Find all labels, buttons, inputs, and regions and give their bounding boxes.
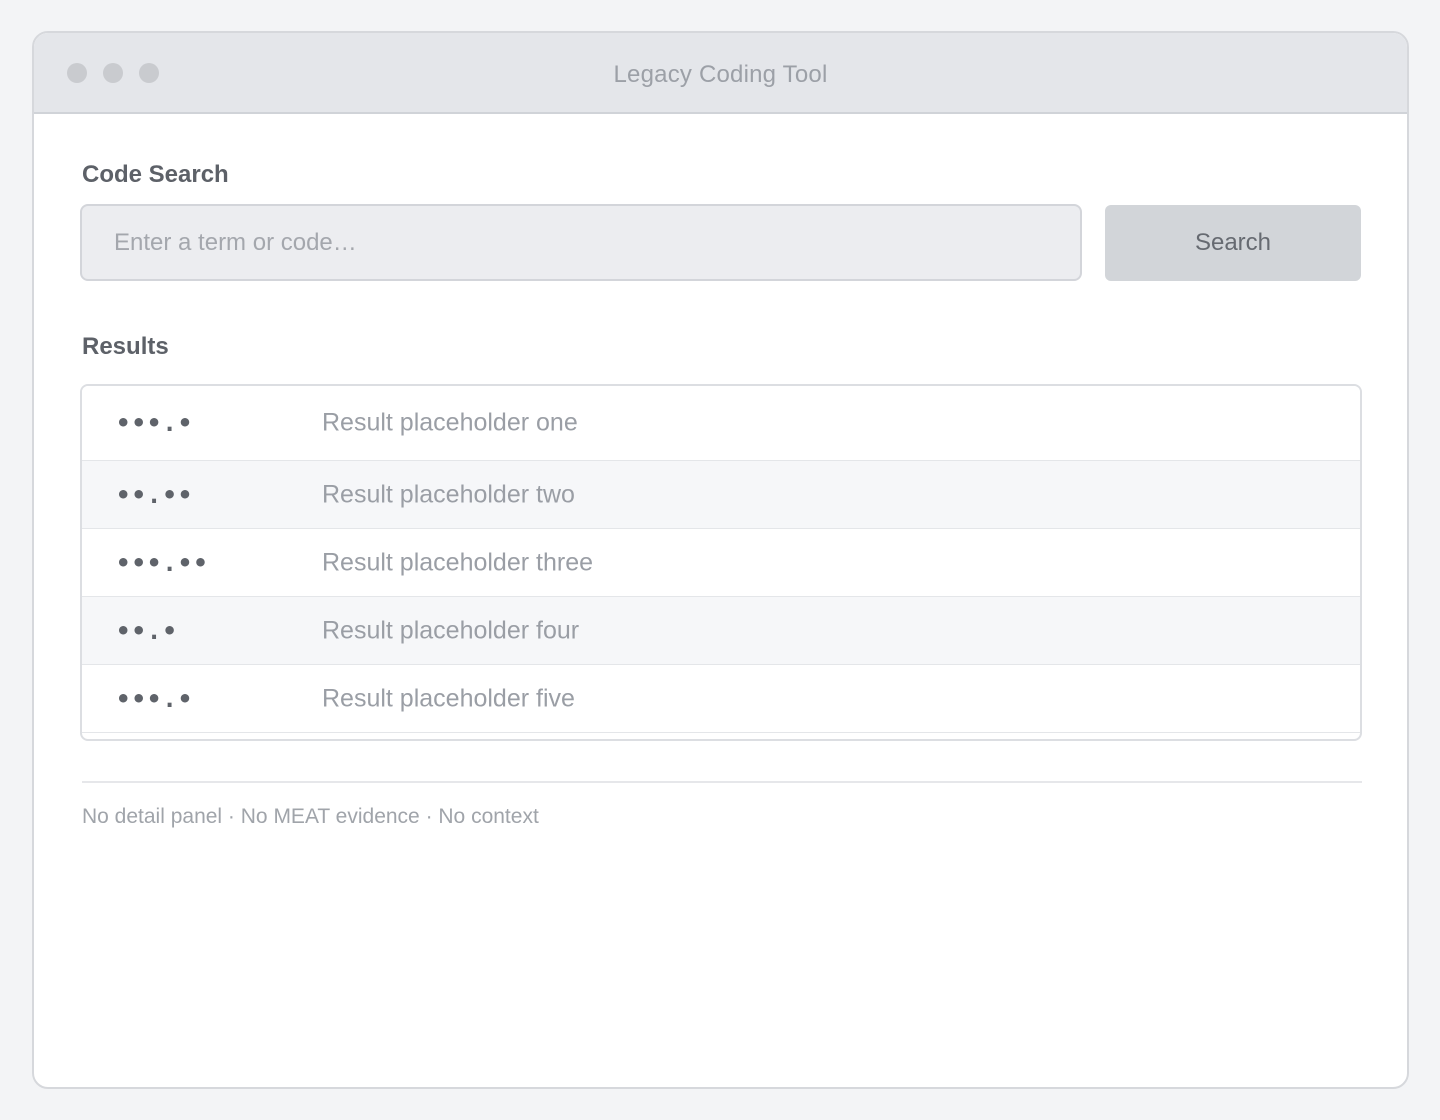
- list-item[interactable]: •••.• Result placeholder one: [82, 386, 1360, 461]
- result-label: Result placeholder one: [322, 408, 578, 437]
- results-heading: Results: [82, 333, 169, 360]
- list-item[interactable]: •••.•• Result placeholder three: [82, 529, 1360, 597]
- app-window: Legacy Coding Tool Code Search Search Re…: [32, 31, 1409, 1089]
- result-code: •••.••: [116, 548, 209, 577]
- result-label: Result placeholder five: [322, 684, 575, 712]
- list-item[interactable]: ••.•• Result placeholder two: [82, 461, 1360, 529]
- list-item[interactable]: •••.• Result placeholder five: [82, 665, 1360, 733]
- result-label: Result placeholder four: [322, 616, 580, 644]
- search-button[interactable]: Search: [1105, 205, 1361, 281]
- list-item[interactable]: ••.• Result placeholder four: [82, 597, 1360, 665]
- code-search-heading: Code Search: [82, 161, 229, 188]
- result-label: Result placeholder three: [322, 548, 593, 576]
- footer-divider: [82, 781, 1362, 783]
- result-code: ••.•: [116, 616, 178, 645]
- result-label: Result placeholder two: [322, 480, 575, 508]
- result-code: •••.•: [116, 684, 194, 713]
- result-code: •••.•: [116, 409, 194, 437]
- search-input[interactable]: [80, 204, 1082, 281]
- window-title: Legacy Coding Tool: [613, 61, 828, 88]
- title-bar: Legacy Coding Tool: [34, 33, 1407, 114]
- footer-note: No detail panel · No MEAT evidence · No …: [82, 805, 539, 828]
- result-code: ••.••: [116, 480, 194, 509]
- results-list: •••.• Result placeholder one ••.•• Resul…: [80, 384, 1362, 741]
